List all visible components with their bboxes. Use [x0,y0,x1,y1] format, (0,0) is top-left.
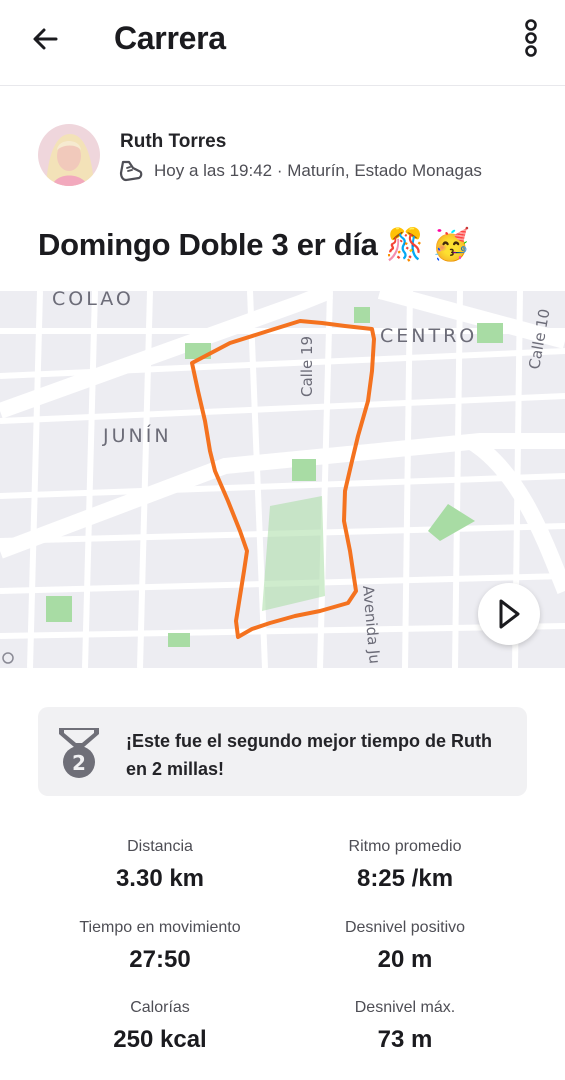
stat-max-elevation: Desnivel máx. 73 m [264,997,546,1055]
stat-label: Desnivel positivo [344,919,466,936]
play-flyover-button[interactable] [478,583,540,645]
athlete-avatar[interactable] [38,124,100,186]
running-shoe-icon [118,158,146,184]
achievement-text: ¡Este fue el segundo mejor tiempo de Rut… [126,731,493,779]
stat-elevation-gain: Desnivel positivo 20 m [264,917,546,975]
stat-label: Distancia [127,838,193,855]
activity-title: Domingo Doble 3 er día 🎊 🥳 [38,226,471,263]
map-label-colao: COLAO [52,291,134,310]
more-options-button[interactable] [512,16,550,60]
stat-value: 8:25 /km [356,865,454,892]
map-label-centro: CENTRO [380,325,477,347]
stat-calories: Calorías 250 kcal [19,997,301,1055]
activity-title-text: Domingo Doble 3 er día [38,226,378,262]
map-label-junin: JUNÍN [102,424,172,447]
page-title: Carrera [114,20,226,56]
stat-label: Desnivel máx. [354,999,456,1016]
stat-distance: Distancia 3.30 km [19,836,301,894]
more-vertical-icon [525,19,537,57]
stat-moving-time: Tiempo en movimiento 27:50 [19,917,301,975]
confetti-emoji: 🎊 [385,227,425,262]
party-face-emoji: 🥳 [431,227,471,262]
stat-value: 73 m [377,1026,433,1053]
medal-2-icon: 2 [59,728,99,778]
stat-label: Ritmo promedio [348,838,462,855]
arrow-left-icon [33,28,58,50]
stat-value: 3.30 km [115,865,205,892]
stat-value: 27:50 [129,946,191,973]
stat-value: 250 kcal [113,1026,207,1053]
medal-rank: 2 [72,751,86,775]
athlete-name[interactable]: Ruth Torres [120,131,226,153]
achievement-card[interactable]: 2 ¡Este fue el segundo mejor tiempo de R… [38,707,527,796]
stat-label: Calorías [130,999,190,1016]
play-icon [499,599,520,629]
back-button[interactable] [24,18,66,60]
stat-value: 20 m [377,946,433,973]
activity-date-location: Hoy a las 19:42 · Maturín, Estado Monaga… [154,161,482,180]
stat-label: Tiempo en movimiento [79,919,241,936]
stat-avg-pace: Ritmo promedio 8:25 /km [264,836,546,894]
top-app-bar: Carrera [0,0,565,86]
map-label-calle-19: Calle 19 [298,336,316,397]
activity-meta: Hoy a las 19:42 · Maturín, Estado Monaga… [118,158,482,184]
